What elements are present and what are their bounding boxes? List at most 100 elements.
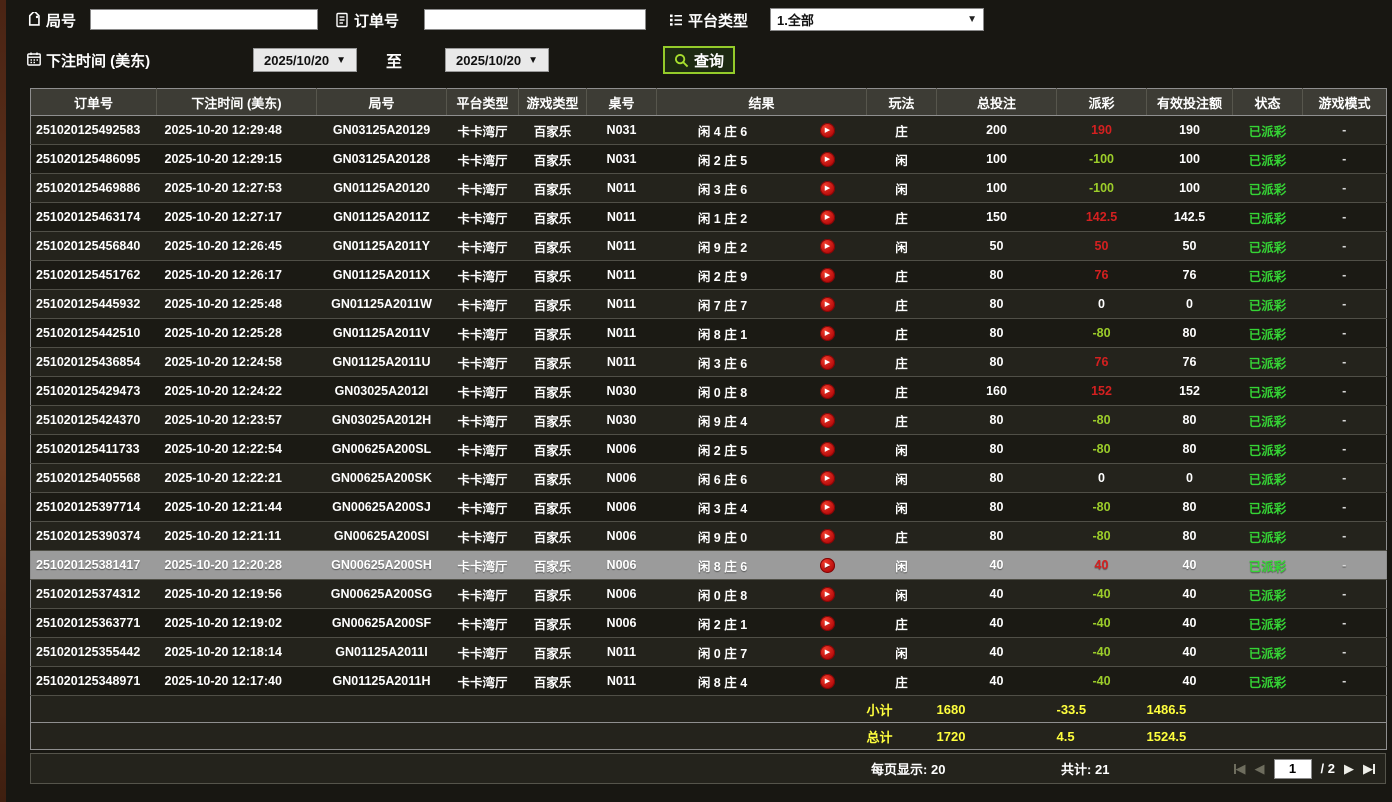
table-number-cell: N006	[586, 463, 657, 493]
play-type-cell: 闲	[866, 434, 937, 464]
table-row[interactable]: 251020125381417 2025-10-20 12:20:28 GN00…	[30, 550, 1387, 580]
subtotal-total-bet: 1680	[936, 695, 1057, 723]
play-type-cell: 庄	[866, 376, 937, 406]
table-number-cell: N006	[586, 492, 657, 522]
order-number-cell: 251020125374312	[30, 579, 157, 609]
table-row[interactable]: 251020125363771 2025-10-20 12:19:02 GN00…	[30, 608, 1387, 638]
prev-page-icon[interactable]: ◀	[1255, 762, 1265, 775]
table-row[interactable]: 251020125424370 2025-10-20 12:23:57 GN03…	[30, 405, 1387, 435]
total-bet-cell: 80	[936, 521, 1057, 551]
total-bet-cell: 80	[936, 289, 1057, 319]
status-cell: 已派彩	[1232, 289, 1303, 319]
filter-bar: 局号 订单号 平台类型 1.全部 ▼ 下注时间 (美东) 2025/10/20 …	[0, 0, 1392, 88]
table-row[interactable]: 251020125456840 2025-10-20 12:26:45 GN01…	[30, 231, 1387, 261]
subtotal-payout: -33.5	[1056, 695, 1147, 723]
table-row[interactable]: 251020125445932 2025-10-20 12:25:48 GN01…	[30, 289, 1387, 319]
page-input[interactable]	[1273, 758, 1312, 779]
play-type-cell: 庄	[866, 521, 937, 551]
game-type-cell: 百家乐	[518, 347, 587, 377]
header-status: 状态	[1232, 88, 1303, 116]
total-valid-bet: 1524.5	[1146, 722, 1233, 750]
table-number-cell: N011	[586, 347, 657, 377]
platform-cell: 卡卡湾厅	[446, 260, 519, 290]
valid-bet-cell: 80	[1146, 434, 1233, 464]
valid-bet-cell: 76	[1146, 347, 1233, 377]
platform-cell: 卡卡湾厅	[446, 492, 519, 522]
tag-icon	[26, 12, 42, 28]
table-row[interactable]: 251020125463174 2025-10-20 12:27:17 GN01…	[30, 202, 1387, 232]
play-icon[interactable]: ▶	[820, 180, 835, 196]
first-page-icon[interactable]: ◀	[1233, 762, 1246, 775]
game-mode-cell: -	[1302, 260, 1387, 290]
play-icon[interactable]: ▶	[820, 325, 835, 341]
play-icon[interactable]: ▶	[820, 644, 835, 660]
table-row[interactable]: 251020125348971 2025-10-20 12:17:40 GN01…	[30, 666, 1387, 696]
game-type-cell: 百家乐	[518, 115, 587, 145]
play-icon[interactable]: ▶	[820, 151, 835, 167]
play-icon[interactable]: ▶	[820, 528, 835, 544]
result-cell: 闲 2 庄 5 ▶	[656, 144, 867, 174]
table-row[interactable]: 251020125411733 2025-10-20 12:22:54 GN00…	[30, 434, 1387, 464]
last-page-icon[interactable]: ▶	[1363, 762, 1375, 775]
round-number-cell: GN03025A2012I	[316, 376, 447, 406]
valid-bet-cell: 100	[1146, 173, 1233, 203]
payout-cell: 152	[1056, 376, 1147, 406]
bet-time-label: 下注时间 (美东)	[46, 53, 151, 70]
round-number-cell: GN00625A200SI	[316, 521, 447, 551]
query-button[interactable]: 查询	[663, 46, 736, 74]
date-to-value: 2025/10/20	[456, 52, 522, 68]
play-icon[interactable]: ▶	[820, 238, 835, 254]
order-number-input[interactable]	[424, 9, 646, 30]
status-cell: 已派彩	[1232, 115, 1303, 145]
order-number-cell: 251020125363771	[30, 608, 157, 638]
play-icon[interactable]: ▶	[820, 296, 835, 312]
table-row[interactable]: 251020125442510 2025-10-20 12:25:28 GN01…	[30, 318, 1387, 348]
table-row[interactable]: 251020125492583 2025-10-20 12:29:48 GN03…	[30, 115, 1387, 145]
play-icon[interactable]: ▶	[820, 383, 835, 399]
table-row[interactable]: 251020125486095 2025-10-20 12:29:15 GN03…	[30, 144, 1387, 174]
platform-cell: 卡卡湾厅	[446, 289, 519, 319]
play-icon[interactable]: ▶	[820, 470, 835, 486]
table-row[interactable]: 251020125405568 2025-10-20 12:22:21 GN00…	[30, 463, 1387, 493]
table-row[interactable]: 251020125429473 2025-10-20 12:24:22 GN03…	[30, 376, 1387, 406]
table-row[interactable]: 251020125397714 2025-10-20 12:21:44 GN00…	[30, 492, 1387, 522]
play-icon[interactable]: ▶	[820, 209, 835, 225]
platform-select[interactable]: 1.全部 ▼	[770, 8, 984, 31]
play-icon[interactable]: ▶	[820, 412, 835, 428]
play-icon[interactable]: ▶	[820, 122, 835, 138]
play-icon[interactable]: ▶	[820, 586, 835, 602]
total-bet-cell: 200	[936, 115, 1057, 145]
result-text: 闲 3 庄 4	[697, 501, 748, 516]
result-cell: 闲 2 庄 5 ▶	[656, 434, 867, 464]
result-text: 闲 2 庄 9	[697, 269, 748, 284]
valid-bet-cell: 152	[1146, 376, 1233, 406]
game-mode-cell: -	[1302, 318, 1387, 348]
table-row[interactable]: 251020125390374 2025-10-20 12:21:11 GN00…	[30, 521, 1387, 551]
game-mode-cell: -	[1302, 231, 1387, 261]
table-row[interactable]: 251020125436854 2025-10-20 12:24:58 GN01…	[30, 347, 1387, 377]
status-cell: 已派彩	[1232, 666, 1303, 696]
round-number-input[interactable]	[90, 9, 318, 30]
play-type-cell: 闲	[866, 144, 937, 174]
next-page-icon[interactable]: ▶	[1344, 762, 1354, 775]
table-number-cell: N006	[586, 521, 657, 551]
date-to-picker[interactable]: 2025/10/20 ▼	[445, 48, 549, 72]
play-icon[interactable]: ▶	[820, 354, 835, 370]
table-row[interactable]: 251020125469886 2025-10-20 12:27:53 GN01…	[30, 173, 1387, 203]
table-number-cell: N011	[586, 666, 657, 696]
table-row[interactable]: 251020125355442 2025-10-20 12:18:14 GN01…	[30, 637, 1387, 667]
platform-cell: 卡卡湾厅	[446, 347, 519, 377]
play-type-cell: 庄	[866, 347, 937, 377]
play-icon[interactable]: ▶	[820, 615, 835, 631]
play-icon[interactable]: ▶	[820, 557, 835, 573]
play-icon[interactable]: ▶	[820, 441, 835, 457]
play-icon[interactable]: ▶	[820, 673, 835, 689]
play-icon[interactable]: ▶	[820, 267, 835, 283]
table-row[interactable]: 251020125451762 2025-10-20 12:26:17 GN01…	[30, 260, 1387, 290]
bet-time-cell: 2025-10-20 12:19:02	[156, 608, 317, 638]
order-number-label: 订单号	[354, 13, 400, 30]
round-number-cell: GN01125A2011W	[316, 289, 447, 319]
date-from-picker[interactable]: 2025/10/20 ▼	[253, 48, 357, 72]
table-row[interactable]: 251020125374312 2025-10-20 12:19:56 GN00…	[30, 579, 1387, 609]
play-icon[interactable]: ▶	[820, 499, 835, 515]
